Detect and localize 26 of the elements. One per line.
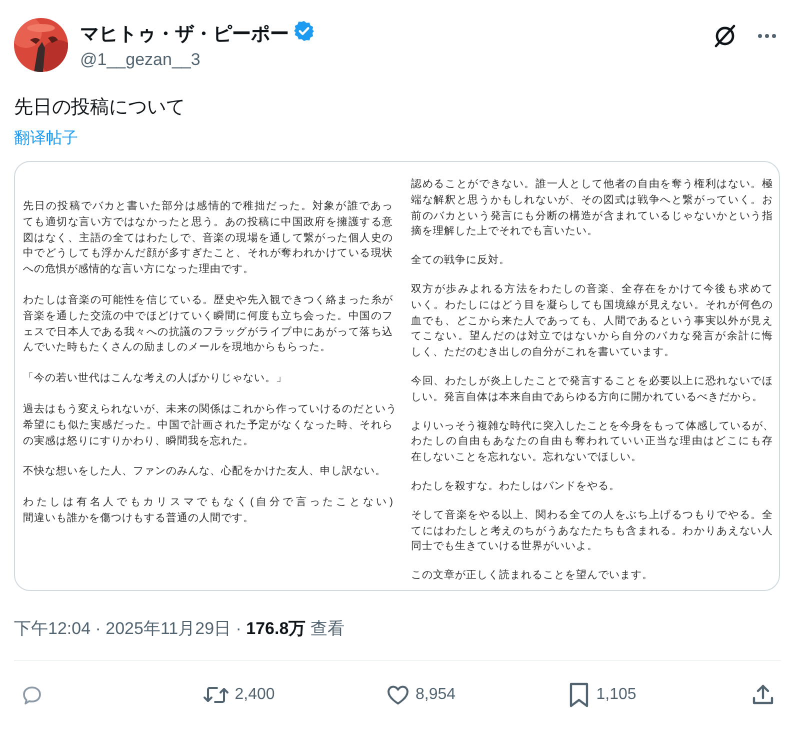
document-paragraph: 先日の投稿でバカと書いた部分は感情的で稚拙だった。対象が誰であっ ても適切な言い方ではなかったと思う。あの投稿に中国政府を擁護する意 図はなく、主語の全てはわたしで、音楽の現場を通して繋がった個人史の 中でどうしても浮かんだ顔が多すぎたこと、それが奪われかけている現状 への危惧が感情的な言い方になった理由です。 [23, 199, 393, 278]
document-paragraph: この文章が正しく読まれることを望んでいます。 [411, 568, 654, 584]
document-paragraph: わたしを殺すな。わたしはバンドをやる。 [411, 478, 621, 494]
post-text: 先日の投稿について [14, 96, 186, 120]
slashed-circle-icon[interactable] [713, 24, 737, 48]
author-handle[interactable]: @1__gezan__3 [80, 50, 701, 70]
document-paragraph: 「今の若い世代はこんな考えの人ばかりじゃない。」 [23, 371, 288, 386]
bookmark-icon[interactable] [568, 682, 590, 708]
document-paragraph: そして音楽をやる以上、関わる全ての人をぶち上げるつもりでやる。全 てにはわたしと考えのちがうあなたたちも含まれる。わかりあえない人 同士でも生きていける世界がいいよ。 [411, 508, 773, 554]
document-paragraph: 全ての戦争に反対。 [411, 253, 511, 268]
share-icon[interactable] [751, 683, 775, 707]
document-paragraph: 過去はもう変えられないが、未来の関係はこれから作っていけるのだという 希望にも似た実感だった。中国で計画された予定がなくなった時、それら の実感は怒りにすりかわり、瞬間我を忘れた。 [23, 402, 393, 449]
document-paragraph: わたしは有名人でもカリスマでもなく(自分で言ったことない) 間違いも誰かを傷つけもする普通の人間です。 [23, 495, 393, 526]
post-metadata: 下午12:04 · 2025年11月29日 · 176.8万 查看 [14, 618, 346, 640]
bookmark-count: 1,105 [596, 686, 636, 704]
repost-count: 2,400 [234, 686, 275, 704]
heart-icon[interactable] [386, 683, 410, 707]
like-count: 8,954 [416, 686, 456, 704]
document-paragraph: よりいっそう複雑な時代に突入したことを今身をもって体感しているが、 わたしの自由もあなたの自由も奪われていい正当な理由はどこにも存 在しないことを忘れない。忘れないでほしい。 [411, 418, 773, 466]
document-paragraph: 不快な想いをした人、ファンのみんな、心配をかけた友人、申し訳ない。 [23, 464, 387, 480]
document-paragraph: 今回、わたしが炎上したことで発言することを必要以上に恐れないでほ しい。発言自体は本来自由であらゆる方向に開かれているべきだから。 [411, 374, 773, 405]
document-paragraph: 認めることができない。誰一人として他者の自由を奪う権利はない。極 端な解釈と思うかもしれないが、その図式は戦争へと繋がっていく。お 前のバカという発言にも分断の構造が含まれているじゃないかという指 摘を理解した上でそれでも言いたい。 [411, 177, 773, 240]
document-paragraph: わたしは音楽の可能性を信じている。歴史や先入観できつく絡まった糸が 音楽を通した交流の中でほどけていく瞬間に何度も立ち会った。中国のフ ェスで日本人である我々への抗議のフラッグがライブ中にあがって落ち込 んでいた時もたくさんの励ましのメールを現地からもらった。 [23, 292, 393, 356]
document-paragraph: 双方が歩みよれる方法をわたしの音楽、全存在をかけて今後も求めて いく。わたしにはどう目を凝らしても国境線が見えない。それが何色の 血でも、どこから来た人であっても、人間であるという事実以外が見え てこない。望んだのは対立ではないから自分のバカな発言が余計に悔 しく、ただのむき出しの自分がこれを書いています。 [411, 282, 773, 360]
author-name[interactable]: マヒトゥ・ザ・ピーポー [80, 20, 289, 46]
more-icon[interactable] [757, 33, 777, 39]
